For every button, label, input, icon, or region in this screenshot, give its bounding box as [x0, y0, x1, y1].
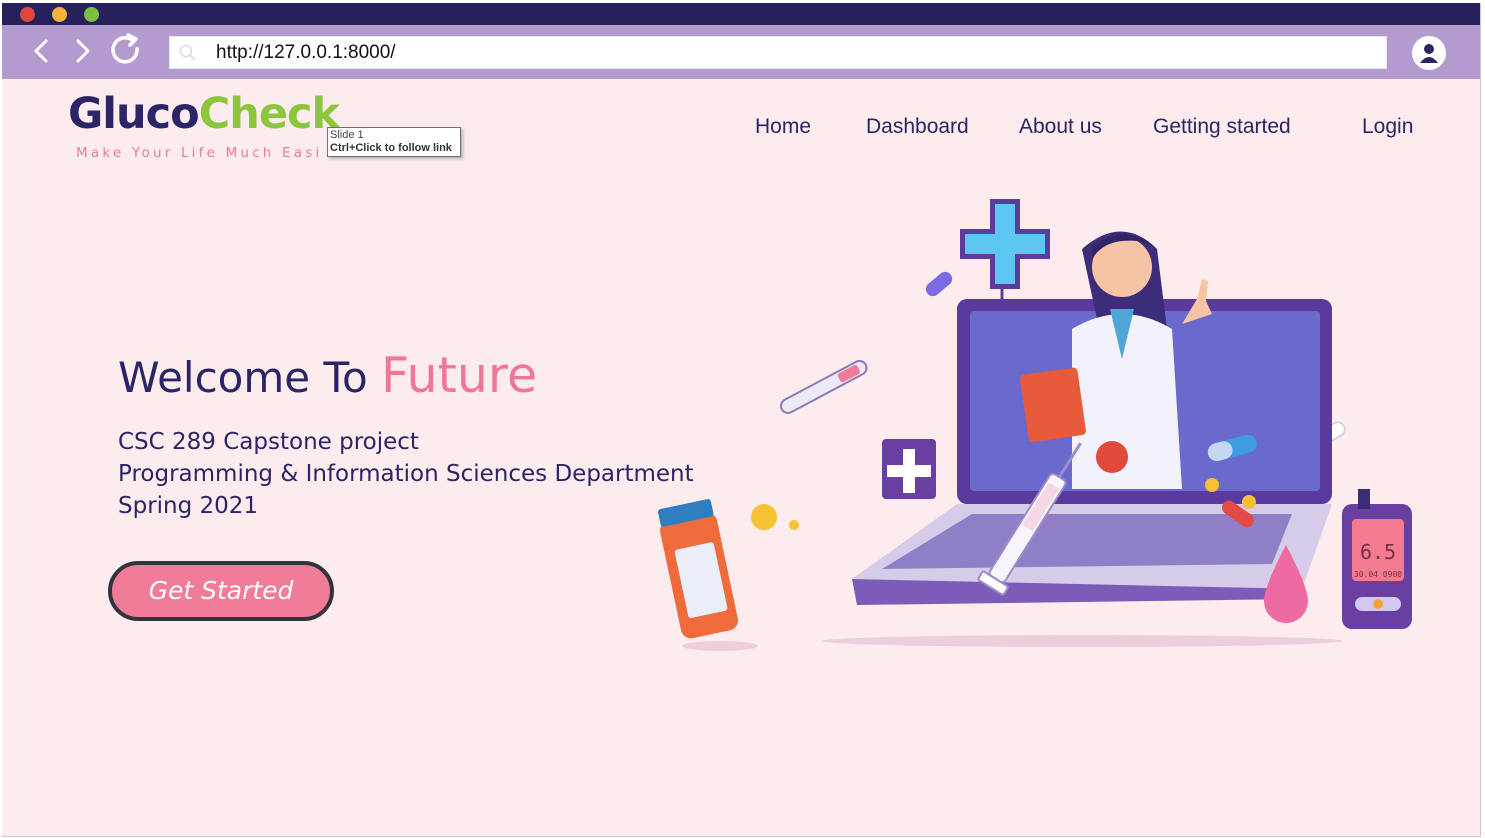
- tablet-icon: [1205, 478, 1219, 492]
- address-bar[interactable]: [169, 36, 1387, 69]
- chevron-right-icon: [76, 39, 90, 63]
- tooltip-line-2: Ctrl+Click to follow link: [330, 142, 452, 154]
- meter-reading: 6.5: [1360, 540, 1396, 564]
- title-bar: [2, 3, 1480, 25]
- floor-shadow: [822, 635, 1342, 647]
- meter-date: 30.04 0900: [1354, 570, 1402, 579]
- tablet-icon: [789, 520, 799, 530]
- tooltip-line-1: Slide 1: [330, 129, 364, 141]
- hero-description: CSC 289 Capstone project Programming & I…: [118, 426, 694, 522]
- hero-line-course: CSC 289 Capstone project: [118, 429, 419, 455]
- link-tooltip: Slide 1 Ctrl+Click to follow link: [327, 127, 461, 157]
- reload-icon: [111, 33, 139, 64]
- medicine-bottle-icon: [658, 499, 739, 639]
- glucose-meter-icon: 6.5 30.04 0900: [1342, 489, 1412, 629]
- get-started-button[interactable]: Get Started: [108, 561, 334, 621]
- logo-part-check: Check: [198, 89, 340, 139]
- forward-button[interactable]: [62, 31, 102, 71]
- chevron-left-icon: [34, 39, 48, 63]
- nav-home[interactable]: Home: [755, 115, 811, 139]
- nav-login[interactable]: Login: [1362, 115, 1413, 139]
- bottle-shadow: [682, 641, 758, 651]
- hero-title-prefix: Welcome To: [118, 353, 382, 402]
- nav-getting-started[interactable]: Getting started: [1153, 115, 1291, 139]
- logo-link[interactable]: GlucoCheck Make Your Life Much Easier: [68, 89, 348, 161]
- close-window-button[interactable]: [20, 7, 35, 22]
- hero-title-accent: Future: [381, 347, 538, 404]
- first-aid-box-icon: [882, 439, 936, 499]
- maximize-window-button[interactable]: [84, 7, 99, 22]
- hero-line-term: Spring 2021: [118, 493, 259, 519]
- medical-cross-icon: [960, 199, 1050, 314]
- tablet-icon: [1242, 495, 1256, 509]
- search-icon: [179, 44, 196, 61]
- page-content: GlucoCheck Make Your Life Much Easier Sl…: [2, 79, 1480, 836]
- thermometer-icon: [779, 359, 868, 414]
- logo-part-gluco: Gluco: [68, 89, 200, 139]
- nav-about-us[interactable]: About us: [1019, 115, 1102, 139]
- capsule-icon: [925, 271, 953, 297]
- user-avatar-icon: [1420, 44, 1438, 63]
- back-button[interactable]: [22, 31, 62, 71]
- nav-dashboard[interactable]: Dashboard: [866, 115, 969, 139]
- logo-wordmark: GlucoCheck: [68, 89, 340, 139]
- tablet-icon: [751, 504, 777, 530]
- profile-button[interactable]: [1412, 36, 1446, 70]
- hero-illustration: 6.5 30.04 0900: [658, 199, 1412, 651]
- reload-button[interactable]: [106, 31, 146, 71]
- browser-toolbar: [2, 25, 1480, 79]
- browser-window: GlucoCheck Make Your Life Much Easier Sl…: [2, 3, 1481, 837]
- logo-tagline: Make Your Life Much Easier: [76, 145, 323, 161]
- hero-line-department: Programming & Information Sciences Depar…: [118, 461, 694, 487]
- url-input[interactable]: [216, 37, 1366, 68]
- minimize-window-button[interactable]: [52, 7, 67, 22]
- hero-title: Welcome To Future: [118, 347, 537, 404]
